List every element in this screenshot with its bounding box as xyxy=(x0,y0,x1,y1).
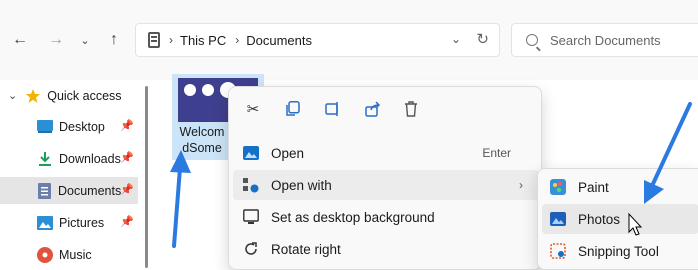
pin-icon: 📌 xyxy=(120,184,134,196)
recent-locations-chevron-icon[interactable]: ⌄ xyxy=(73,28,97,52)
cut-icon[interactable]: ✂ xyxy=(243,99,263,119)
sidebar-item-label: Documents xyxy=(58,183,122,198)
annotation-arrow-up xyxy=(170,150,191,248)
context-menu-toolbar: ✂ xyxy=(229,87,541,131)
search-icon xyxy=(526,34,538,46)
photos-icon xyxy=(550,212,566,226)
sidebar-item-label: Downloads xyxy=(59,151,121,166)
desktop-background-icon xyxy=(243,209,259,224)
snipping-tool-icon xyxy=(550,243,566,259)
music-icon xyxy=(37,246,53,263)
navigation-toolbar: ← → ⌄ ↑ › This PC › Documents ⌄ ↻ Search… xyxy=(0,0,698,80)
submenu-item-snipping-tool[interactable]: Snipping Tool xyxy=(542,236,698,266)
this-pc-icon xyxy=(148,32,160,48)
submenu-item-paint[interactable]: Paint xyxy=(542,172,698,202)
pin-icon: 📌 xyxy=(120,216,134,228)
context-menu: ✂ Open Enter Open with › Set as desktop … xyxy=(228,86,542,270)
pin-icon: 📌 xyxy=(120,120,134,132)
open-with-icon xyxy=(243,178,259,193)
back-arrow-icon[interactable]: ← xyxy=(8,28,32,52)
menu-item-label: Open with xyxy=(271,177,332,193)
breadcrumb-separator-icon: › xyxy=(235,33,240,47)
forward-arrow-icon[interactable]: → xyxy=(44,28,68,52)
menu-item-label: Rotate right xyxy=(271,241,341,257)
submenu-item-label: Paint xyxy=(578,179,609,195)
search-input[interactable]: Search Documents xyxy=(511,23,698,57)
copy-icon[interactable] xyxy=(283,99,303,119)
documents-icon xyxy=(38,182,51,199)
pin-icon: 📌 xyxy=(120,152,134,164)
sidebar-item-label: Pictures xyxy=(59,215,105,230)
submenu-item-photos[interactable]: Photos xyxy=(542,204,698,234)
sidebar-item-downloads[interactable]: Downloads 📌 xyxy=(0,145,138,172)
rename-icon[interactable] xyxy=(323,99,343,119)
submenu-item-label: Photos xyxy=(578,211,621,227)
download-icon xyxy=(39,151,51,166)
menu-item-label: Open xyxy=(271,145,305,161)
sidebar-item-quick-access[interactable]: ⌄ Quick access xyxy=(0,82,138,109)
sidebar-item-desktop[interactable]: Desktop 📌 xyxy=(0,113,138,140)
sidebar-item-pictures[interactable]: Pictures 📌 xyxy=(0,209,138,236)
sidebar-item-label: Desktop xyxy=(59,119,105,134)
rotate-right-icon xyxy=(245,242,257,255)
file-name: Welcom dSome xyxy=(172,124,232,156)
share-icon[interactable] xyxy=(363,99,383,119)
photo-icon xyxy=(243,146,259,160)
menu-item-shortcut: Enter xyxy=(482,146,511,160)
paint-icon xyxy=(550,179,566,195)
submenu-item-label: Snipping Tool xyxy=(578,243,659,259)
expand-chevron-icon[interactable]: ⌄ xyxy=(8,89,17,102)
menu-item-rotate-right[interactable]: Rotate right xyxy=(233,234,539,264)
navigation-pane: ⌄ Quick access Desktop 📌 Downloads 📌 Doc… xyxy=(0,80,152,270)
address-bar[interactable]: › This PC › Documents ⌄ ↻ xyxy=(135,23,500,57)
star-icon xyxy=(26,88,41,103)
sidebar-item-documents[interactable]: Documents 📌 xyxy=(0,177,138,204)
search-placeholder: Search Documents xyxy=(550,32,661,48)
sidebar-scrollbar[interactable] xyxy=(145,86,148,268)
menu-item-label: Set as desktop background xyxy=(271,209,435,225)
menu-item-set-as-desktop-background[interactable]: Set as desktop background xyxy=(233,202,539,232)
sidebar-item-music[interactable]: Music xyxy=(0,241,138,268)
breadcrumb-this-pc[interactable]: This PC xyxy=(180,33,226,48)
sidebar-item-label: Quick access xyxy=(47,88,122,103)
menu-item-open[interactable]: Open Enter xyxy=(233,138,539,168)
sidebar-item-label: Music xyxy=(59,247,92,262)
open-with-submenu: Paint Photos Snipping Tool xyxy=(537,168,698,270)
submenu-arrow-icon: › xyxy=(519,178,523,192)
desktop-folder-icon xyxy=(37,119,53,133)
file-name-line2: dSome xyxy=(182,141,222,155)
up-arrow-icon[interactable]: ↑ xyxy=(102,28,126,52)
delete-icon[interactable] xyxy=(401,99,421,119)
breadcrumb-documents[interactable]: Documents xyxy=(246,33,312,48)
refresh-icon[interactable]: ↻ xyxy=(476,30,489,48)
menu-item-open-with[interactable]: Open with › xyxy=(233,170,539,200)
breadcrumb-separator-icon: › xyxy=(169,33,173,47)
file-name-line1: Welcom xyxy=(179,125,225,139)
address-dropdown-icon[interactable]: ⌄ xyxy=(451,32,461,46)
pictures-icon xyxy=(37,215,53,230)
